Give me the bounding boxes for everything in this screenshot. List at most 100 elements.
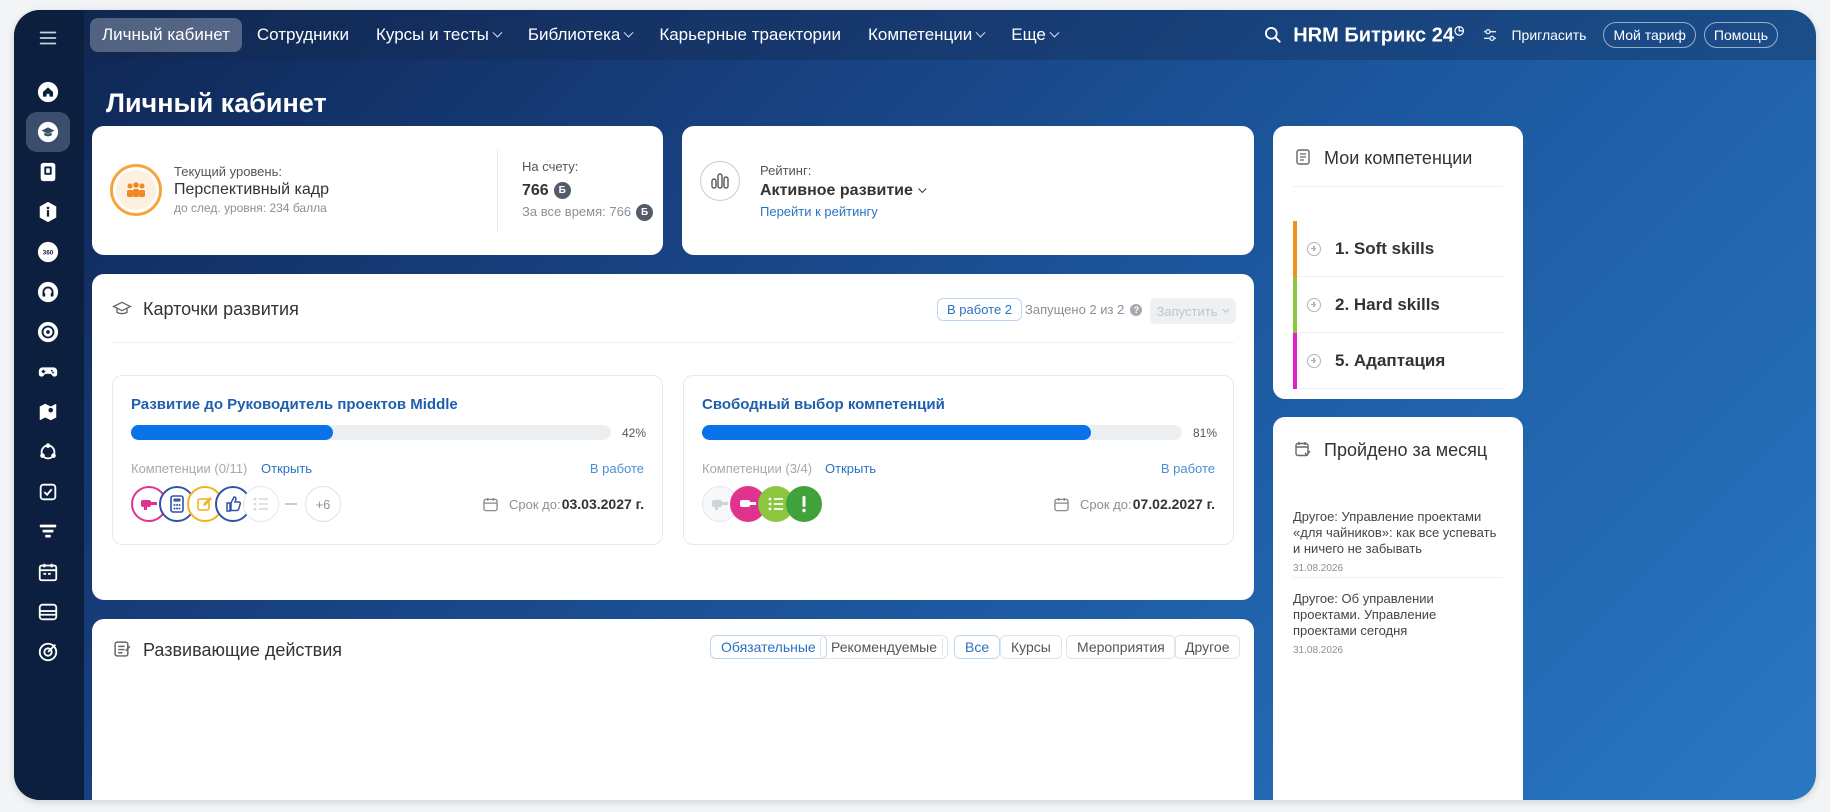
rating-dropdown[interactable]: Активное развитие (760, 182, 927, 200)
gamepad-icon[interactable] (26, 352, 70, 392)
invite-button[interactable]: Пригласить (1502, 22, 1595, 48)
nav-item-label: Библиотека (527, 25, 621, 44)
divider (497, 150, 498, 232)
graduation-icon[interactable] (26, 112, 70, 152)
competency-item[interactable]: 5. Адаптация (1293, 333, 1505, 389)
goal-icon[interactable] (26, 632, 70, 672)
nav-item-label: Карьерные траектории (659, 25, 841, 44)
archive-icon[interactable] (26, 592, 70, 632)
card-title[interactable]: Развитие до Руководитель проектов Middle (131, 396, 458, 413)
deadline-label: Срок до: (509, 497, 561, 512)
progress-bar (702, 425, 1182, 440)
search-icon[interactable] (1263, 25, 1283, 45)
filter-other[interactable]: Другое (1174, 635, 1241, 659)
brand-name: HRM Битрикс (1293, 24, 1427, 47)
list-icon[interactable] (243, 486, 279, 522)
chevron-down-icon (492, 27, 503, 38)
level-next: до след. уровня: 234 балла (174, 201, 327, 215)
level-card: Текущий уровень: Перспективный кадр до с… (92, 126, 663, 255)
deadline-label: Срок до: (1080, 497, 1132, 512)
status-label: В работе (589, 461, 644, 476)
development-cards-section: Карточки развития В работе 2 Запущено 2 … (92, 274, 1254, 600)
filter-required[interactable]: Обязательные (710, 635, 827, 659)
rating-link[interactable]: Перейти к рейтингу (760, 204, 878, 219)
nav-item-label: Курсы и тесты (376, 25, 489, 44)
separator-dash (285, 503, 297, 505)
status-label: В работе (1160, 461, 1215, 476)
completed-item[interactable]: Другое: Об управлении проектами. Управле… (1293, 591, 1503, 656)
more-competencies-counter[interactable]: +6 (305, 486, 341, 522)
development-card[interactable]: Развитие до Руководитель проектов Middle… (112, 375, 663, 545)
development-actions-section: Развивающие действия Обязательные Рекоме… (92, 619, 1254, 800)
competencies-panel: Мои компетенции 1. Soft skills 2. Hard sk… (1273, 126, 1523, 399)
nav-item-3[interactable]: Библиотека (516, 18, 644, 52)
competency-avatars: +6 (131, 486, 371, 522)
competency-item[interactable]: 1. Soft skills (1293, 221, 1505, 277)
divider (942, 638, 943, 656)
help-icon[interactable]: ? (1130, 303, 1143, 316)
target-icon[interactable] (26, 312, 70, 352)
deadline-value: 07.02.2027 г. (1132, 496, 1215, 512)
home-icon[interactable] (26, 72, 70, 112)
process-icon[interactable] (26, 432, 70, 472)
checkbox-icon[interactable] (26, 472, 70, 512)
nav-item-5[interactable]: Компетенции (856, 18, 996, 52)
menu-icon[interactable] (26, 18, 70, 58)
settings-sliders-icon[interactable] (1482, 27, 1498, 43)
nav-item-4[interactable]: Карьерные траектории (647, 18, 853, 52)
nav-item-6[interactable]: Еще (999, 18, 1070, 52)
divider (112, 342, 1234, 343)
filter-recommended[interactable]: Рекомендуемые (820, 635, 948, 659)
page-title: Личный кабинет (106, 88, 327, 118)
graduation-cap-icon (112, 300, 132, 323)
svg-text:360: 360 (43, 249, 54, 256)
brand-logo: HRM Битрикс 24◷ (1293, 23, 1464, 48)
funnel-icon[interactable] (26, 512, 70, 552)
calendar-icon[interactable] (26, 552, 70, 592)
total-points: За все время: 766 Б (522, 204, 654, 222)
progress-fill (131, 425, 333, 440)
chevron-down-icon (1222, 305, 1230, 313)
expand-plus-icon[interactable] (1307, 353, 1321, 368)
document-icon (1295, 149, 1311, 170)
filter-events[interactable]: Мероприятия (1066, 635, 1176, 659)
competency-color-stripe (1293, 333, 1297, 389)
filter-all[interactable]: Все (954, 635, 1001, 659)
map-icon[interactable] (26, 392, 70, 432)
filter-group: Обязательные Рекомендуемые Все Курсы Мер… (710, 635, 1242, 659)
headset-icon[interactable] (26, 272, 70, 312)
help-button[interactable]: Помощь (1703, 22, 1778, 48)
calendar-icon (1054, 497, 1069, 517)
launched-status: Запущено 2 из 2 ? (1025, 302, 1143, 317)
360-icon[interactable]: 360 (26, 232, 70, 272)
rating-label: Рейтинг: (760, 163, 812, 178)
competency-item[interactable]: 2. Hard skills (1293, 277, 1505, 333)
expand-plus-icon[interactable] (1307, 241, 1321, 256)
book-icon[interactable] (26, 152, 70, 192)
nav-item-label: Сотрудники (256, 25, 349, 44)
card-title[interactable]: Свободный выбор компетенций (702, 396, 945, 413)
info-icon[interactable] (26, 192, 70, 232)
passed-this-month-panel: Пройдено за месяц Другое: Управление про… (1273, 417, 1523, 800)
chevron-down-icon (975, 27, 986, 38)
open-link[interactable]: Открыть (261, 461, 312, 476)
completed-item[interactable]: Другое: Управление проектами «для чайник… (1293, 509, 1503, 574)
development-card[interactable]: Свободный выбор компетенций 81% Компетен… (683, 375, 1234, 545)
level-label: Текущий уровень: (174, 164, 282, 179)
progress-label: 81% (1193, 426, 1218, 440)
rating-chart-icon (700, 161, 740, 201)
nav-item-0[interactable]: Личный кабинет (90, 18, 242, 52)
nav-item-1[interactable]: Сотрудники (245, 18, 361, 52)
in-work-badge[interactable]: В работе 2 (937, 298, 1023, 321)
nav-item-2[interactable]: Курсы и тесты (364, 18, 513, 52)
exclamation-icon[interactable] (786, 486, 822, 522)
tariff-button[interactable]: Мой тариф (1603, 22, 1696, 48)
open-link[interactable]: Открыть (825, 461, 876, 476)
nav-menu: Личный кабинет Сотрудники Курсы и тесты Биб… (90, 18, 1073, 52)
filter-courses[interactable]: Курсы (1000, 635, 1062, 659)
competency-avatars (702, 486, 842, 522)
completed-item-date: 31.08.2026 (1293, 645, 1344, 656)
expand-plus-icon[interactable] (1307, 297, 1321, 312)
points-badge: Б (553, 182, 571, 200)
launch-button[interactable]: Запустить (1150, 298, 1236, 324)
